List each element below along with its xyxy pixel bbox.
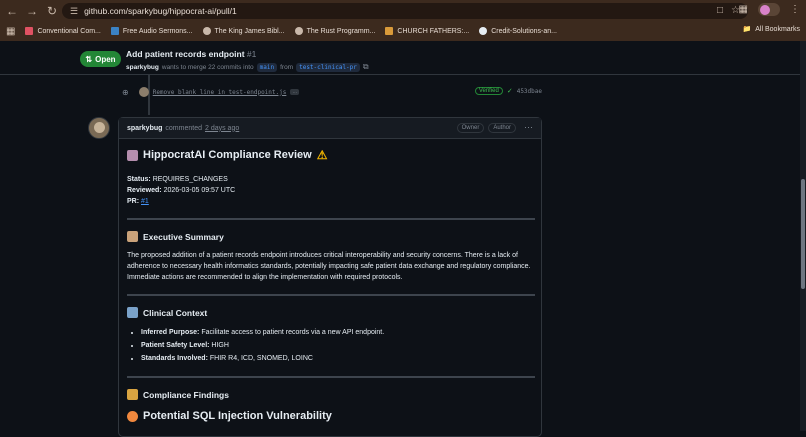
- orange-circle-icon: [127, 410, 138, 422]
- author-badge: Author: [488, 122, 516, 133]
- url-text: github.com/sparkybug/hippocrat-ai/pull/1: [84, 6, 237, 16]
- divider: [127, 376, 535, 378]
- clinical-context-heading: Clinical Context: [127, 307, 535, 318]
- clinical-context-list: Inferred Purpose: Facilitate access to p…: [127, 326, 535, 365]
- clipboard-icon: [127, 231, 138, 242]
- finding-heading: Potential SQL Injection Vulnerability: [127, 410, 535, 422]
- menu-kebab-icon[interactable]: ⋮: [790, 4, 800, 15]
- review-status: REQUIRES_CHANGES: [152, 176, 228, 183]
- comment-header: sparkybug commented 2 days ago Owner Aut…: [119, 118, 541, 139]
- comment-author-link[interactable]: sparkybug: [127, 125, 162, 132]
- check-icon: ✓: [506, 88, 513, 95]
- base-branch[interactable]: main: [256, 62, 278, 72]
- reload-icon[interactable]: ↻: [42, 1, 62, 21]
- address-bar[interactable]: ☰ github.com/sparkybug/hippocrat-ai/pull…: [62, 3, 748, 19]
- divider: [127, 294, 535, 296]
- copy-icon[interactable]: ⧉: [363, 62, 369, 72]
- review-meta: Status: REQUIRES_CHANGES Reviewed: 2026-…: [127, 176, 236, 205]
- comment-box: sparkybug commented 2 days ago Owner Aut…: [118, 117, 542, 437]
- bookmark-item[interactable]: Free Audio Sermons...: [110, 27, 193, 35]
- install-app-icon[interactable]: □: [717, 5, 723, 16]
- globe-icon: [202, 27, 211, 35]
- extensions-icon[interactable]: ▦: [739, 4, 748, 15]
- folder-icon: 📁: [742, 26, 752, 33]
- comment-timestamp-link[interactable]: 2 days ago: [205, 125, 239, 132]
- verified-badge[interactable]: Verified: [474, 87, 503, 95]
- scrollbar-thumb[interactable]: [801, 179, 805, 289]
- pr-link[interactable]: #1: [141, 198, 149, 205]
- site-info-icon[interactable]: ☰: [70, 6, 78, 17]
- commit-row: ⊕ Remove blank line in test-endpoint.js …: [122, 86, 542, 98]
- comment-author-avatar[interactable]: [88, 117, 110, 139]
- list-item: Patient Safety Level: HIGH: [141, 339, 535, 352]
- bookmarks-bar: ▦ Conventional Com... Free Audio Sermons…: [0, 22, 806, 40]
- bookmark-item[interactable]: CHURCH FATHERS:...: [385, 27, 469, 35]
- pr-author-link[interactable]: sparkybug: [126, 64, 159, 71]
- microscope-icon: [127, 307, 138, 318]
- pr-status-badge: ⇅ Open: [80, 51, 121, 67]
- profile-avatar: [760, 4, 770, 15]
- pr-title[interactable]: Add patient records endpoint #1: [126, 49, 256, 59]
- executive-summary-heading: Executive Summary: [127, 231, 535, 242]
- list-item: Inferred Purpose: Facilitate access to p…: [141, 326, 535, 339]
- review-date: 2026-03-05 09:57 UTC: [163, 187, 236, 194]
- compliance-findings-heading: Compliance Findings: [127, 389, 535, 400]
- commit-sha-link[interactable]: 453dbae: [517, 88, 542, 95]
- pr-number: #1: [246, 49, 257, 59]
- owner-badge: Owner: [456, 122, 485, 133]
- pr-sticky-header: ⇅ Open Add patient records endpoint #1 s…: [0, 41, 806, 75]
- commit-message-link[interactable]: Remove blank line in test-endpoint.js: [153, 89, 287, 96]
- forward-icon[interactable]: →: [22, 1, 42, 21]
- divider: [127, 218, 535, 220]
- bookmark-item[interactable]: Credit-Solutions-an...: [479, 27, 557, 35]
- toolbar: ← → ↻ ☰ github.com/sparkybug/hippocrat-a…: [0, 0, 806, 22]
- list-item: Standards Involved: FHIR R4, ICD, SNOMED…: [141, 352, 535, 365]
- profile-button[interactable]: [758, 3, 780, 16]
- head-branch[interactable]: test-clinical-pr: [296, 62, 360, 72]
- pr-subtitle: sparkybug wants to merge 22 commits into…: [126, 62, 369, 72]
- back-icon[interactable]: ←: [2, 1, 22, 21]
- warning-icon: ⚠: [316, 148, 328, 162]
- apps-grid-icon[interactable]: ▦: [6, 26, 15, 37]
- bookmark-item[interactable]: The King James Bibl...: [202, 27, 285, 35]
- browser-chrome: ← → ↻ ☰ github.com/sparkybug/hippocrat-a…: [0, 0, 806, 41]
- globe-icon: [294, 27, 303, 35]
- scales-icon: [127, 389, 138, 400]
- bookmark-favicon-icon: [25, 27, 34, 35]
- pull-request-icon: ⇅: [85, 54, 93, 64]
- comment-body: HippocratAI Compliance Review ⚠ Status: …: [127, 146, 535, 422]
- all-bookmarks-button[interactable]: 📁 All Bookmarks: [742, 25, 800, 34]
- page-scrollbar[interactable]: [800, 41, 806, 431]
- bookmark-favicon-icon: [385, 27, 394, 35]
- hospital-icon: [127, 149, 138, 161]
- review-title: HippocratAI Compliance Review ⚠: [127, 148, 535, 162]
- github-icon: [479, 27, 488, 35]
- bookmark-item[interactable]: Conventional Com...: [25, 27, 101, 35]
- commit-author-avatar[interactable]: [138, 87, 149, 97]
- comment-options-icon[interactable]: ⋯: [524, 122, 533, 133]
- executive-summary-text: The proposed addition of a patient recor…: [127, 252, 531, 281]
- bookmark-favicon-icon: [110, 27, 119, 35]
- git-commit-icon: ⊕: [122, 87, 129, 97]
- commit-expand-button[interactable]: …: [290, 89, 300, 95]
- bookmark-item[interactable]: The Rust Programm...: [294, 27, 375, 35]
